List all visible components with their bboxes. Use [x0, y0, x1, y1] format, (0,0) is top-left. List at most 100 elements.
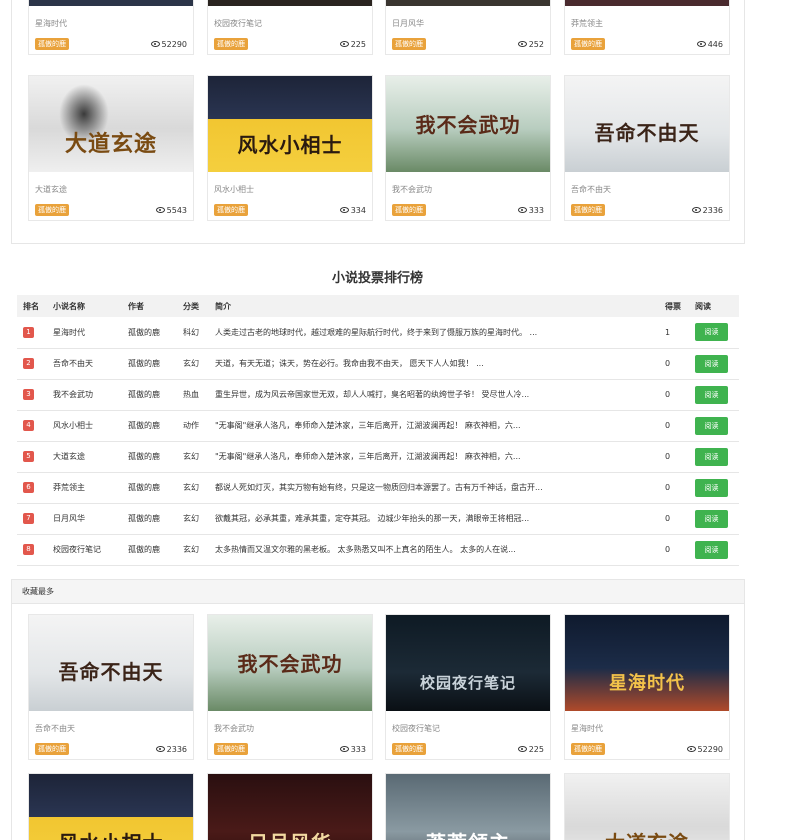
book-card[interactable]: 星海时代 星海时代 孤傲的鹿 52290 [564, 614, 730, 760]
book-card[interactable]: 星海时代 孤傲的鹿 52290 [28, 0, 194, 55]
book-cover[interactable] [565, 0, 729, 6]
view-count: 225 [528, 744, 544, 754]
novel-name-link[interactable]: 校园夜行笔记 [47, 534, 122, 566]
book-card[interactable]: 我不会武功 我不会武功 孤傲的鹿 333 [385, 75, 551, 221]
book-card[interactable]: 校园夜行笔记 校园夜行笔记 孤傲的鹿 225 [385, 614, 551, 760]
book-cover[interactable]: 吾命不由天 [565, 76, 729, 172]
table-row: 5 大道玄途 孤傲的鹿 玄幻 "无事阁"继承人洛凡，奉师命入楚沐家，三年后离开，… [17, 441, 739, 473]
category: 玄幻 [177, 534, 209, 566]
novel-name-link[interactable]: 我不会武功 [47, 379, 122, 411]
read-button[interactable]: 阅读 [695, 323, 728, 342]
read-button[interactable]: 阅读 [695, 509, 728, 528]
cover-title: 吾命不由天 [594, 121, 700, 145]
cover-title: 星海时代 [609, 673, 685, 694]
book-name[interactable]: 校园夜行笔记 [386, 711, 550, 739]
book-cover[interactable]: 我不会武功 [208, 615, 372, 711]
book-cover[interactable]: 我不会武功 [386, 76, 550, 172]
book-name[interactable]: 吾命不由天 [29, 711, 193, 739]
book-name[interactable]: 校园夜行笔记 [208, 6, 372, 34]
book-cover[interactable] [386, 0, 550, 6]
read-button[interactable]: 阅读 [695, 447, 728, 466]
book-cover[interactable]: 星海时代 [565, 615, 729, 711]
intro: "无事阁"继承人洛凡，奉师命入楚沐家，三年后离开，江湖波澜再起！ 麻衣神相，六.… [209, 441, 659, 473]
book-card[interactable]: 风水小相士 风水小相士 孤傲的鹿 334 [207, 75, 373, 221]
eye-icon [155, 207, 165, 213]
book-cover[interactable]: 吾命不由天 [29, 615, 193, 711]
rank-badge: 6 [23, 482, 34, 493]
view-count: 333 [528, 205, 544, 215]
book-card[interactable]: 吾命不由天 吾命不由天 孤傲的鹿 2336 [28, 614, 194, 760]
book-cover[interactable]: 校园夜行笔记 [386, 615, 550, 711]
book-cover[interactable]: 大道玄途 [29, 76, 193, 172]
novel-name-link[interactable]: 风水小相士 [47, 410, 122, 442]
votes: 0 [659, 534, 689, 566]
category: 玄幻 [177, 348, 209, 380]
book-cover[interactable]: 风水小相士 [208, 76, 372, 172]
author-link[interactable]: 孤傲的鹿 [122, 441, 177, 473]
cover-title: 大道玄途 [565, 827, 729, 840]
author-tag: 孤傲的鹿 [571, 38, 605, 50]
book-card[interactable]: 我不会武功 我不会武功 孤傲的鹿 333 [207, 614, 373, 760]
category: 科幻 [177, 317, 209, 349]
rank-badge: 3 [23, 389, 34, 400]
book-cover[interactable]: 莽荒领主 [386, 774, 550, 840]
rank-badge: 2 [23, 358, 34, 369]
author-link[interactable]: 孤傲的鹿 [122, 472, 177, 504]
col-intro: 简介 [209, 295, 659, 317]
book-card[interactable]: 大道玄途 大道玄途 孤傲的鹿 5543 [28, 75, 194, 221]
category: 动作 [177, 410, 209, 442]
view-count: 52290 [697, 744, 723, 754]
book-name[interactable]: 吾命不由天 [565, 172, 729, 200]
read-button[interactable]: 阅读 [695, 416, 728, 435]
view-count: 333 [350, 744, 366, 754]
cover-title: 风水小相士 [29, 827, 193, 840]
book-card[interactable]: 莽荒领主 [385, 773, 551, 840]
cover-title: 我不会武功 [237, 652, 343, 676]
read-button[interactable]: 阅读 [695, 540, 728, 559]
author-link[interactable]: 孤傲的鹿 [122, 379, 177, 411]
eye-icon [517, 41, 527, 47]
view-count: 2336 [166, 744, 187, 754]
book-name[interactable]: 我不会武功 [386, 172, 550, 200]
intro: "无事阁"继承人洛凡，奉师命入楚沐家，三年后离开，江湖波澜再起！ 麻衣神相，六.… [209, 410, 659, 442]
votes: 1 [659, 317, 689, 349]
novel-name-link[interactable]: 日月风华 [47, 503, 122, 535]
read-button[interactable]: 阅读 [695, 385, 728, 404]
cover-title: 大道玄途 [64, 131, 157, 157]
view-count: 225 [350, 39, 366, 49]
book-cover[interactable]: 风水小相士 [29, 774, 193, 840]
novel-name-link[interactable]: 吾命不由天 [47, 348, 122, 380]
book-card[interactable]: 校园夜行笔记 孤傲的鹿 225 [207, 0, 373, 55]
book-name[interactable]: 星海时代 [565, 711, 729, 739]
eye-icon [155, 746, 165, 752]
novel-name-link[interactable]: 大道玄途 [47, 441, 122, 473]
read-button[interactable]: 阅读 [695, 478, 728, 497]
book-cover[interactable] [208, 0, 372, 6]
book-cover[interactable]: 大道玄途 [565, 774, 729, 840]
book-card[interactable]: 大道玄途 [564, 773, 730, 840]
book-name[interactable]: 我不会武功 [208, 711, 372, 739]
book-card[interactable]: 日月风华 孤傲的鹿 252 [385, 0, 551, 55]
author-link[interactable]: 孤傲的鹿 [122, 348, 177, 380]
author-link[interactable]: 孤傲的鹿 [122, 317, 177, 349]
book-card[interactable]: 吾命不由天 吾命不由天 孤傲的鹿 2336 [564, 75, 730, 221]
author-link[interactable]: 孤傲的鹿 [122, 534, 177, 566]
novel-name-link[interactable]: 星海时代 [47, 317, 122, 349]
novel-name-link[interactable]: 莽荒领主 [47, 472, 122, 504]
author-link[interactable]: 孤傲的鹿 [122, 503, 177, 535]
category: 热血 [177, 379, 209, 411]
book-name[interactable]: 星海时代 [29, 6, 193, 34]
author-link[interactable]: 孤傲的鹿 [122, 410, 177, 442]
read-button[interactable]: 阅读 [695, 354, 728, 373]
book-cover[interactable] [29, 0, 193, 6]
book-card[interactable]: 莽荒领主 孤傲的鹿 446 [564, 0, 730, 55]
panel-header: 收藏最多 [12, 580, 744, 604]
book-name[interactable]: 大道玄途 [29, 172, 193, 200]
book-card[interactable]: 日月风华 [207, 773, 373, 840]
book-name[interactable]: 日月风华 [386, 6, 550, 34]
book-cover[interactable]: 日月风华 [208, 774, 372, 840]
book-card[interactable]: 风水小相士 [28, 773, 194, 840]
table-header-row: 排名 小说名称 作者 分类 简介 得票 阅读 [17, 295, 739, 317]
book-name[interactable]: 风水小相士 [208, 172, 372, 200]
book-name[interactable]: 莽荒领主 [565, 6, 729, 34]
